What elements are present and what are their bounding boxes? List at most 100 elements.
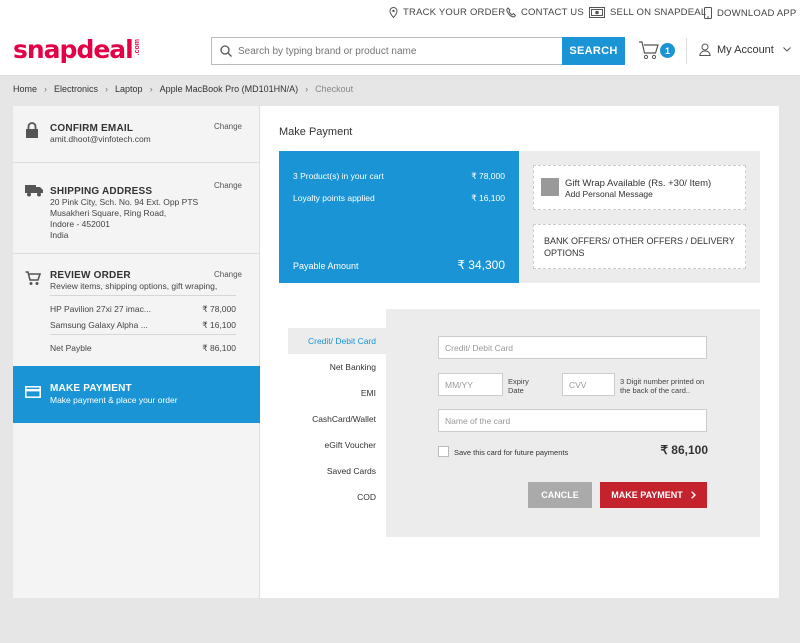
checkout-panel: CONFIRM EMAIL amit.dhoot@vinfotech.com C…	[13, 106, 779, 598]
tab-credit-debit-card[interactable]: Credit/ Debit Card	[288, 328, 386, 354]
save-card-label: Save this card for future payments	[454, 448, 569, 457]
phone-icon	[506, 7, 516, 18]
cvv-help-label: 3 Digit number printed on the back of th…	[620, 377, 705, 395]
breadcrumb-home[interactable]: Home	[13, 84, 37, 94]
save-card-checkbox[interactable]	[438, 446, 449, 457]
breadcrumb-product[interactable]: Apple MacBook Pro (MD101HN/A)	[160, 84, 299, 94]
page-title: Make Payment	[279, 126, 353, 138]
address-line: 20 Pink City, Sch. No. 94 Ext. Opp PTS	[50, 197, 199, 207]
tab-cod[interactable]: COD	[288, 484, 386, 510]
breadcrumb: Home › Electronics › Laptop › Apple MacB…	[13, 84, 353, 94]
tab-emi[interactable]: EMI	[288, 380, 386, 406]
step-subtitle: Make payment & place your order	[50, 395, 178, 405]
step-shipping-address: SHIPPING ADDRESS 20 Pink City, Sch. No. …	[13, 163, 260, 254]
total-amount: ₹ 86,100	[660, 443, 708, 457]
contact-us-link[interactable]: CONTACT US	[506, 7, 584, 18]
sell-label: SELL ON SNAPDEAL	[610, 7, 707, 18]
expiry-field[interactable]: MM/YY	[438, 373, 503, 396]
cancel-button[interactable]: CANCLE	[528, 482, 592, 508]
lock-icon	[26, 122, 38, 138]
search-box	[211, 37, 563, 65]
make-payment-label: MAKE PAYMENT	[611, 490, 683, 500]
payment-methods: Credit/ Debit Card Net Banking EMI CashC…	[288, 328, 386, 510]
breadcrumb-laptop[interactable]: Laptop	[115, 84, 143, 94]
logo-text: snapdeal	[13, 35, 134, 64]
payment-summary: 3 Product(s) in your cart ₹ 78,000 Loyal…	[279, 151, 760, 283]
search-icon	[220, 45, 232, 57]
cart-summary-box: 3 Product(s) in your cart ₹ 78,000 Loyal…	[279, 151, 519, 283]
cart-icon	[639, 41, 659, 60]
item-name: HP Pavilion 27xi 27 imac...	[50, 304, 151, 314]
address-line: India	[50, 230, 69, 240]
change-address-link[interactable]: Change	[214, 181, 242, 190]
tab-net-banking[interactable]: Net Banking	[288, 354, 386, 380]
list-item: Samsung Galaxy Alpha ... ₹ 16,100	[50, 320, 236, 331]
payable-label: Payable Amount	[293, 261, 359, 271]
item-price: ₹ 78,000	[202, 304, 236, 314]
tab-saved-cards[interactable]: Saved Cards	[288, 458, 386, 484]
expiry-label: Expiry Date	[508, 377, 529, 395]
step-title: SHIPPING ADDRESS	[50, 186, 153, 197]
track-order-label: TRACK YOUR ORDER	[403, 7, 506, 18]
offers-option[interactable]: BANK OFFERS/ OTHER OFFERS / DELIVERY OPT…	[533, 224, 746, 269]
snapdeal-logo[interactable]: snapdeal .com	[13, 36, 141, 64]
chevron-right-icon: ›	[44, 84, 48, 94]
breadcrumb-electronics[interactable]: Electronics	[54, 84, 98, 94]
products-label: 3 Product(s) in your cart	[293, 171, 384, 181]
gift-wrap-option[interactable]: Gift Wrap Available (Rs. +30/ Item) Add …	[533, 165, 746, 210]
my-account-menu[interactable]: My Account	[699, 43, 797, 56]
sell-link[interactable]: SELL ON SNAPDEAL	[589, 7, 706, 18]
search-button[interactable]: SEARCH	[562, 37, 625, 65]
header-divider	[686, 38, 687, 64]
chevron-right-icon: ›	[105, 84, 109, 94]
card-name-field[interactable]: Name of the card	[438, 409, 707, 432]
net-payable-value: ₹ 86,100	[202, 343, 236, 353]
contact-us-label: CONTACT US	[521, 7, 584, 18]
card-number-field[interactable]: Credit/ Debit Card	[438, 336, 707, 359]
header: snapdeal .com SEARCH 1 My Account	[0, 26, 800, 76]
search-input[interactable]	[238, 45, 538, 57]
gift-wrap-checkbox[interactable]	[541, 178, 559, 196]
review-subtitle: Review items, shipping options, gift wra…	[50, 281, 218, 291]
products-value: ₹ 78,000	[471, 171, 505, 181]
cvv-field[interactable]: CVV	[562, 373, 615, 396]
location-pin-icon	[389, 7, 398, 18]
offers-label: BANK OFFERS/ OTHER OFFERS / DELIVERY OPT…	[544, 236, 735, 258]
loyalty-value: ₹ 16,100	[471, 193, 505, 203]
address-line: Musakheri Square, Ring Road,	[50, 208, 167, 218]
gift-wrap-subtitle: Add Personal Message	[565, 189, 653, 199]
payable-value: ₹ 34,300	[457, 258, 505, 272]
cash-icon	[589, 7, 605, 18]
chevron-down-icon	[783, 47, 791, 52]
list-item: HP Pavilion 27xi 27 imac... ₹ 78,000	[50, 304, 236, 315]
loyalty-label: Loyalty points applied	[293, 193, 375, 203]
user-icon	[699, 43, 711, 56]
step-make-payment[interactable]: MAKE PAYMENT Make payment & place your o…	[13, 366, 260, 423]
summary-row: Payable Amount ₹ 34,300	[293, 258, 505, 272]
gift-wrap-title: Gift Wrap Available (Rs. +30/ Item)	[565, 178, 712, 189]
top-strip: TRACK YOUR ORDER CONTACT US SELL ON SNAP…	[0, 0, 800, 26]
cart-button[interactable]	[638, 40, 660, 65]
make-payment-button[interactable]: MAKE PAYMENT	[600, 482, 707, 508]
summary-row: Loyalty points applied ₹ 16,100	[293, 193, 505, 204]
divider	[50, 334, 236, 335]
divider	[50, 295, 236, 296]
track-order-link[interactable]: TRACK YOUR ORDER	[389, 7, 505, 18]
credit-card-icon	[25, 386, 41, 398]
net-payable-row: Net Payble ₹ 86,100	[50, 343, 236, 354]
change-review-link[interactable]: Change	[214, 270, 242, 279]
net-payable-label: Net Payble	[50, 343, 92, 353]
step-confirm-email: CONFIRM EMAIL amit.dhoot@vinfotech.com C…	[13, 106, 260, 163]
step-title: CONFIRM EMAIL	[50, 123, 134, 134]
chevron-right-icon	[690, 491, 696, 499]
email-value: amit.dhoot@vinfotech.com	[50, 134, 151, 144]
card-form: Credit/ Debit Card MM/YY Expiry Date CVV…	[386, 309, 760, 537]
download-app-link[interactable]: DOWNLOAD APP	[704, 7, 796, 19]
tab-cashcard-wallet[interactable]: CashCard/Wallet	[288, 406, 386, 432]
tab-egift-voucher[interactable]: eGift Voucher	[288, 432, 386, 458]
step-title: REVIEW ORDER	[50, 270, 131, 281]
download-app-label: DOWNLOAD APP	[717, 7, 797, 19]
address-line: Indore - 452001	[50, 219, 111, 229]
step-title: MAKE PAYMENT	[50, 383, 132, 394]
change-email-link[interactable]: Change	[214, 122, 242, 131]
